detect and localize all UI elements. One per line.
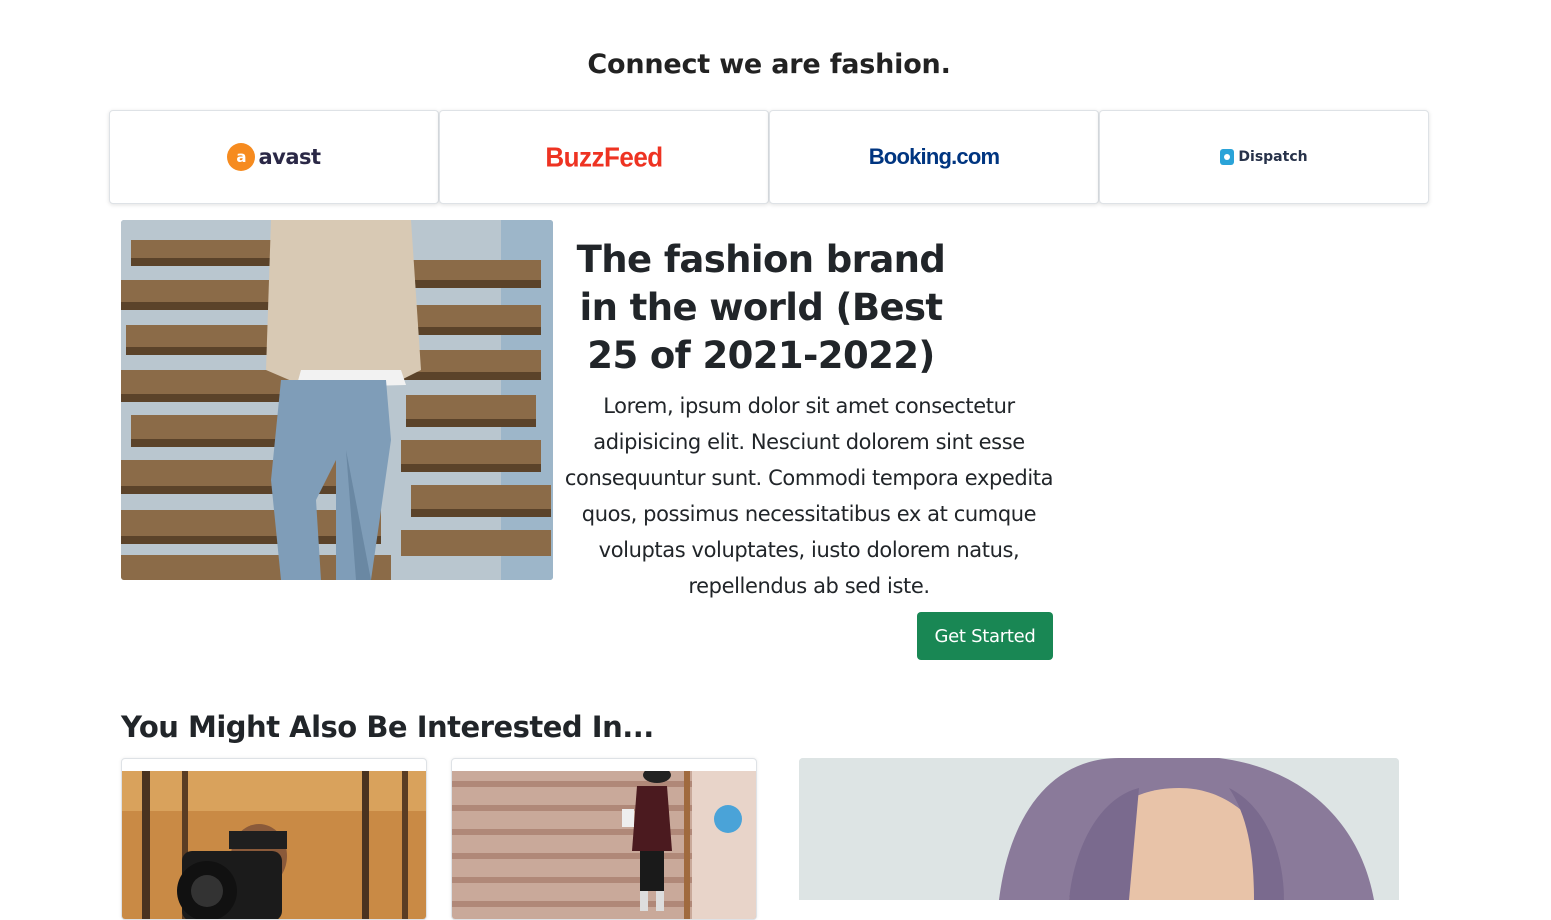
partner-card-buzzfeed[interactable]: BuzzFeed — [439, 110, 769, 204]
related-section-heading: You Might Also Be Interested In... — [121, 710, 654, 744]
stairs-illustration — [452, 771, 756, 919]
hero-title: The fashion brand in the world (Best 25 … — [576, 238, 946, 377]
stairs-image — [452, 771, 756, 919]
booking-logo: Booking.com — [868, 144, 1000, 169]
buzzfeed-logo: BuzzFeed — [545, 140, 663, 173]
partner-card-booking[interactable]: Booking.com — [769, 110, 1099, 204]
related-card-stairs[interactable] — [451, 758, 757, 920]
partner-card-avast[interactable]: a avast — [109, 110, 439, 204]
avast-logo: a avast — [227, 143, 321, 171]
related-card-photographer[interactable] — [121, 758, 427, 920]
dispatch-logo: Dispatch — [1220, 149, 1308, 165]
partners-heading: Connect we are fashion. — [587, 49, 951, 80]
hero-description: Lorem, ipsum dolor sit amet consectetur … — [564, 394, 1054, 598]
photographer-image — [122, 771, 426, 919]
dispatch-logo-mark-icon — [1220, 149, 1235, 165]
portrait-illustration — [799, 758, 1399, 900]
partner-logo-row: a avast BuzzFeed Booking.com Dispatch — [109, 110, 1429, 204]
hero-image-illustration — [121, 220, 553, 580]
photographer-illustration — [122, 771, 426, 919]
avast-logo-mark-icon: a — [227, 143, 256, 171]
get-started-button[interactable]: Get Started — [917, 612, 1053, 660]
featured-portrait-image — [799, 758, 1399, 900]
hero-image — [121, 220, 553, 580]
partner-card-dispatch[interactable]: Dispatch — [1099, 110, 1429, 204]
dispatch-logo-wordmark: Dispatch — [1238, 149, 1308, 165]
avast-logo-wordmark: avast — [258, 145, 321, 169]
